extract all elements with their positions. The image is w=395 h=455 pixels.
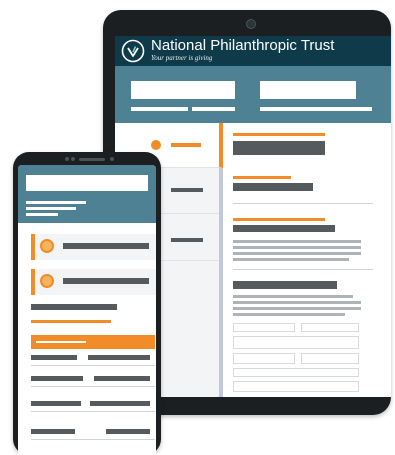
mobile-card[interactable] <box>31 269 156 295</box>
heading-placeholder <box>233 141 325 155</box>
section-accent <box>233 218 325 221</box>
form-field[interactable] <box>233 381 359 392</box>
site-header: National Philanthropic Trust Your partne… <box>115 36 391 66</box>
form-field[interactable] <box>233 353 295 364</box>
input-placeholder-2[interactable] <box>260 81 356 99</box>
status-circle-icon <box>40 274 54 288</box>
text-placeholder <box>36 341 86 343</box>
nav-label-placeholder <box>171 188 203 192</box>
row-label-placeholder <box>31 355 77 360</box>
form-field[interactable] <box>301 353 359 364</box>
form-field[interactable] <box>233 336 359 349</box>
device-mockup-illustration: National Philanthropic Trust Your partne… <box>0 0 395 455</box>
text-line <box>233 307 361 310</box>
text-line <box>233 252 361 255</box>
text-line <box>233 295 353 298</box>
nav-label-placeholder <box>171 238 203 242</box>
text-line <box>233 258 349 261</box>
row-label-placeholder <box>31 376 83 381</box>
text-placeholder <box>260 107 372 111</box>
row-value-placeholder <box>94 376 150 381</box>
form-field[interactable] <box>233 368 359 377</box>
divider <box>31 386 155 387</box>
text-line <box>233 246 361 249</box>
phone-camera <box>65 157 69 161</box>
row-value-placeholder <box>90 401 150 406</box>
section-accent <box>233 176 291 179</box>
status-dot-icon <box>151 140 161 150</box>
mobile-header <box>18 165 156 223</box>
phone-speaker <box>79 158 105 161</box>
subheading-placeholder <box>233 183 313 191</box>
tablet-camera <box>246 19 256 29</box>
form-field[interactable] <box>301 323 359 332</box>
section-accent <box>31 320 111 323</box>
divider <box>31 411 155 412</box>
row-value-placeholder <box>88 355 150 360</box>
phone-screen <box>18 165 156 455</box>
subheading-placeholder <box>233 225 335 232</box>
row-label-placeholder <box>31 429 75 434</box>
card-label-placeholder <box>63 278 149 284</box>
text-line <box>233 240 361 243</box>
brand-name[interactable]: National Philanthropic Trust <box>151 38 334 54</box>
mobile-card[interactable] <box>31 234 156 260</box>
row-value-placeholder <box>106 429 150 434</box>
divider <box>31 439 155 440</box>
status-circle-icon <box>40 239 54 253</box>
nav-label-placeholder <box>171 143 201 147</box>
text-placeholder <box>26 207 76 210</box>
phone-device <box>13 152 161 455</box>
text-placeholder <box>26 213 58 216</box>
divider <box>233 269 373 270</box>
text-line <box>233 301 361 304</box>
text-placeholder <box>26 201 86 204</box>
divider <box>233 203 373 204</box>
phone-front-camera <box>110 157 114 161</box>
input-placeholder-1[interactable] <box>131 81 235 99</box>
search-band <box>115 66 391 123</box>
text-placeholder <box>192 107 235 111</box>
brand-tagline: Your partner is giving <box>151 54 213 62</box>
text-placeholder <box>131 107 188 111</box>
subheading-placeholder <box>233 281 337 289</box>
row-label-placeholder <box>31 401 81 406</box>
text-line <box>233 313 345 316</box>
phone-sensor <box>71 157 75 161</box>
subheading-placeholder <box>31 304 117 310</box>
form-field[interactable] <box>233 323 295 332</box>
card-label-placeholder <box>63 243 149 249</box>
divider <box>31 365 155 366</box>
search-input-placeholder[interactable] <box>26 175 148 191</box>
leaf-check-icon <box>121 39 145 63</box>
section-accent <box>233 133 325 136</box>
